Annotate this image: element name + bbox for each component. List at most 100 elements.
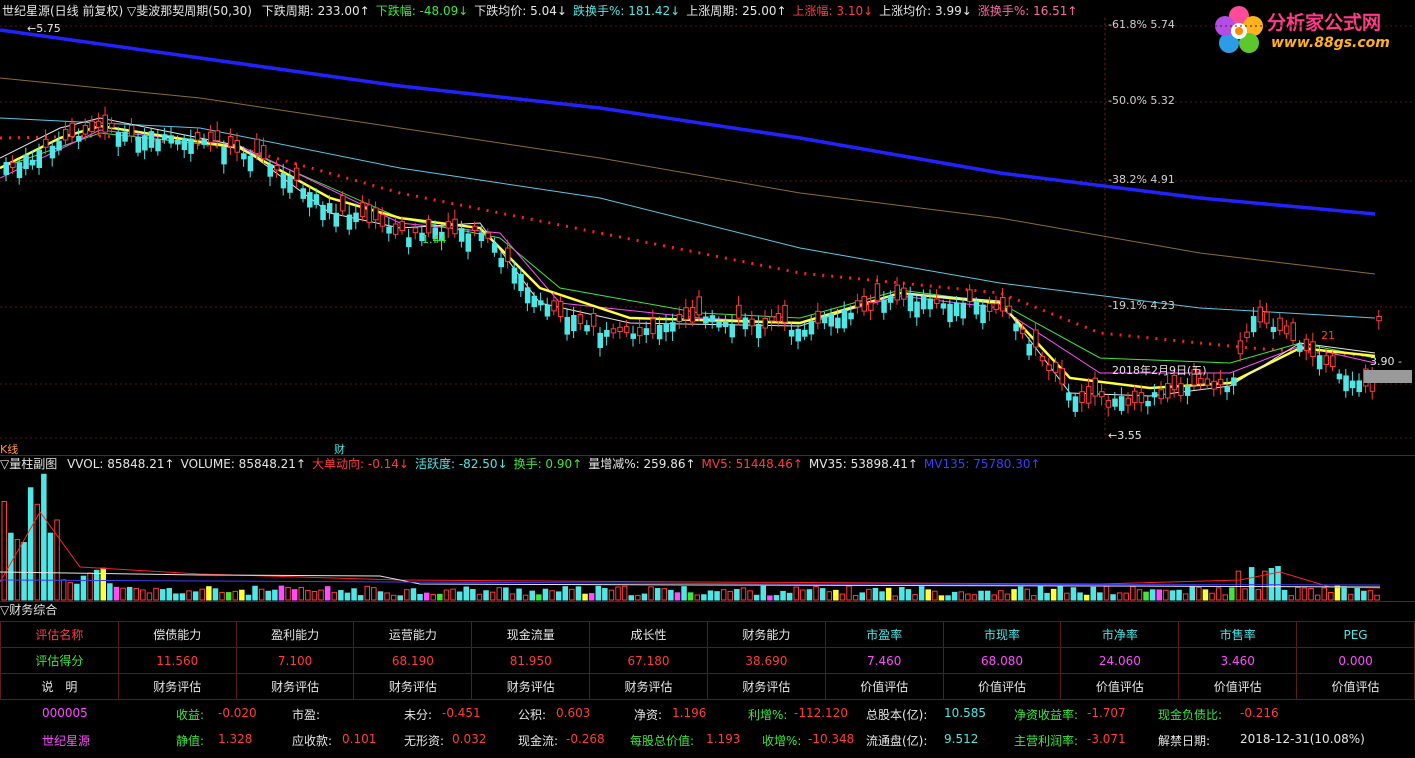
finance-title[interactable]: ▽财务综合 (0, 602, 57, 618)
candle-body (1343, 375, 1349, 392)
volume-bar (562, 586, 568, 601)
info-field: 总股本(亿): (866, 708, 928, 722)
volume-bar (879, 591, 885, 601)
volume-bar (93, 569, 100, 601)
volume-value: MV35: 53898.41↑ (808, 457, 918, 471)
candle-body (670, 322, 676, 332)
candle-body (1184, 385, 1191, 396)
candle-body (703, 316, 709, 324)
volume-chart[interactable] (0, 472, 1415, 602)
volume-value: MV5: 51448.46↑ (701, 457, 803, 471)
volume-bar (410, 588, 417, 601)
volume-bar (536, 594, 542, 601)
indicator-value: 上涨周期: 25.00↑ (686, 4, 787, 18)
candle-body (1277, 317, 1283, 331)
volume-bar (1031, 595, 1037, 601)
candle-body (782, 304, 788, 323)
indicator-value: 下跌幅: -48.09↓ (375, 4, 469, 18)
candle-body (953, 302, 960, 317)
volume-bar (654, 588, 661, 601)
volume-bar (1275, 566, 1281, 601)
candle-body (518, 273, 524, 291)
candle-body (881, 299, 887, 313)
indicator-value: 涨换手%: 16.51↑ (977, 4, 1078, 18)
chart-title[interactable]: 世纪星源(日线 前复权) ▽斐波那契周期(50,30) (2, 4, 252, 18)
candle-body (986, 303, 993, 312)
volume-bar (595, 585, 601, 601)
candle-body (887, 295, 894, 303)
volume-bar (998, 590, 1004, 601)
header-cell: 运营能力 (353, 621, 473, 648)
info-field: -0.216 (1240, 706, 1279, 720)
volume-bar (153, 587, 159, 601)
score-cell: 评估得分 (0, 647, 119, 674)
candle-body (491, 243, 498, 253)
volume-bar (1215, 587, 1222, 601)
header-cell: 盈利能力 (235, 621, 355, 648)
candle-body (214, 130, 221, 142)
candle-body (802, 329, 808, 337)
volume-value: VOLUME: 85848.21↑ (180, 457, 306, 471)
volume-bar (100, 567, 106, 601)
info-field: 000005 (42, 706, 88, 720)
candle-body (1323, 355, 1329, 365)
info-field: 1.193 (706, 732, 741, 746)
note-cell: 价值评估 (824, 673, 944, 700)
volume-bar (245, 594, 252, 601)
candle-body (194, 131, 201, 141)
candle-body (122, 131, 128, 142)
info-field: -112.120 (794, 706, 848, 720)
candle-body (109, 122, 115, 129)
volume-bar (839, 593, 846, 601)
volume-bar (1163, 589, 1169, 601)
candle-body (181, 138, 188, 151)
volume-bar (912, 594, 918, 601)
candle-body (1178, 383, 1184, 396)
info-field: 市盈: (292, 708, 321, 722)
info-field: -1.707 (1087, 706, 1126, 720)
volume-bar (470, 589, 476, 601)
candle-body (841, 309, 848, 329)
candle-body (1250, 316, 1257, 333)
candle-body (815, 310, 821, 324)
volume-bar (681, 586, 687, 601)
candle-body (280, 173, 287, 189)
volume-bar (357, 595, 364, 601)
volume-bar (582, 593, 588, 601)
volume-bar (588, 593, 595, 601)
candle-body (914, 301, 920, 318)
price-chart[interactable] (0, 18, 1415, 455)
volume-bar (1328, 591, 1334, 601)
candle-body (676, 314, 683, 323)
volume-bar (133, 587, 139, 601)
volume-bar (87, 572, 93, 601)
candle-body (56, 140, 62, 151)
note-cell: 财务评估 (235, 673, 355, 700)
candle-body (3, 162, 9, 175)
candle-body (458, 228, 465, 242)
candle-body (749, 318, 755, 327)
info-field: 1.196 (672, 706, 707, 720)
price-tag (1364, 370, 1412, 383)
volume-bar (978, 590, 984, 601)
candle-body (590, 312, 597, 327)
candle-body (208, 131, 214, 143)
volume-values: VVOL: 85848.21↑ VOLUME: 85848.21↑ 大单动向: -0… (67, 457, 1047, 471)
info-field: 无形资: (404, 734, 445, 748)
volume-bar (1308, 587, 1314, 601)
candle-body (947, 303, 953, 323)
candle-body (1316, 355, 1323, 370)
volume-bar (1248, 567, 1255, 601)
volume-bar (945, 595, 951, 601)
candle-body (584, 325, 590, 332)
volume-bar (707, 590, 714, 601)
candle-body (1165, 383, 1171, 399)
volume-bar (918, 586, 925, 601)
indicator-value: 上涨幅: 3.10↓ (792, 4, 874, 18)
volume-bar (404, 589, 410, 601)
candle-body (1026, 343, 1032, 356)
note-cell: 价值评估 (1060, 673, 1180, 700)
volume-title[interactable]: ▽量柱副图 (0, 457, 57, 471)
candle-body (623, 326, 630, 333)
volume-bar (1182, 593, 1189, 601)
